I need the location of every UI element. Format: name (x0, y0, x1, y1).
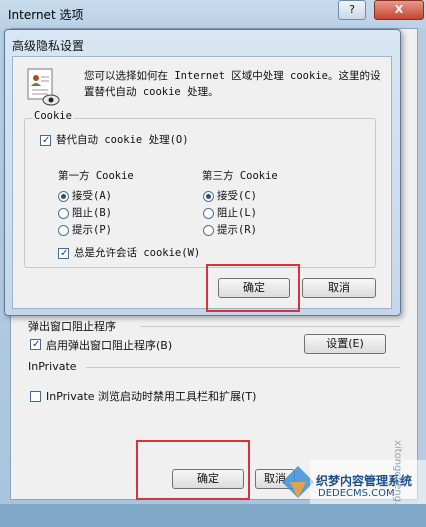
third-party-cookie-title: 第三方 Cookie (202, 170, 278, 182)
help-button[interactable]: ? (338, 0, 366, 20)
always-allow-session-checkbox[interactable] (58, 248, 69, 259)
first-party-accept-label: 接受(A) (72, 190, 112, 202)
third-party-accept-label: 接受(C) (217, 190, 257, 202)
annotation-highlight-outer-ok (136, 440, 250, 500)
third-party-prompt-label: 提示(R) (217, 224, 257, 236)
section-divider (86, 367, 400, 368)
override-automatic-checkbox[interactable] (40, 135, 51, 146)
first-party-cookie-title: 第一方 Cookie (58, 170, 134, 182)
dialog-cancel-button[interactable]: 取消 (302, 278, 376, 298)
first-party-prompt-radio[interactable] (58, 225, 69, 236)
annotation-highlight-dialog-ok (206, 264, 300, 312)
watermark-url: DEDECMS.COM (318, 488, 395, 499)
third-party-block-radio[interactable] (203, 208, 214, 219)
third-party-prompt-radio[interactable] (203, 225, 214, 236)
popup-blocker-checkbox-label: 启用弹出窗口阻止程序(B) (46, 339, 173, 352)
watermark-side-text: xitongcheng.com (392, 440, 403, 527)
popup-blocker-section-label: 弹出窗口阻止程序 (28, 320, 116, 333)
first-party-accept-radio[interactable] (58, 191, 69, 202)
popup-blocker-checkbox[interactable] (30, 339, 41, 350)
privacy-document-icon (27, 68, 60, 106)
always-allow-session-label: 总是允许会话 cookie(W) (74, 247, 201, 259)
first-party-block-label: 阻止(B) (72, 207, 112, 219)
dialog-description: 您可以选择如何在 Internet 区域中处理 cookie。这里的设置替代自动… (84, 70, 381, 98)
cookie-group-label: Cookie (32, 110, 74, 122)
section-divider (140, 326, 400, 327)
close-button[interactable]: X (374, 0, 424, 20)
first-party-prompt-label: 提示(P) (72, 224, 112, 236)
inprivate-section-label: InPrivate (28, 360, 77, 373)
third-party-accept-radio[interactable] (203, 191, 214, 202)
outer-window-title: Internet 选项 (8, 8, 84, 22)
inprivate-checkbox[interactable] (30, 391, 41, 402)
inprivate-checkbox-label: InPrivate 浏览启动时禁用工具栏和扩展(T) (46, 390, 257, 403)
override-automatic-label: 替代自动 cookie 处理(O) (56, 134, 189, 146)
popup-settings-button[interactable]: 设置(E) (304, 334, 386, 354)
third-party-block-label: 阻止(L) (217, 207, 257, 219)
window-edge (418, 28, 426, 504)
first-party-block-radio[interactable] (58, 208, 69, 219)
dialog-title: 高级隐私设置 (12, 39, 85, 53)
